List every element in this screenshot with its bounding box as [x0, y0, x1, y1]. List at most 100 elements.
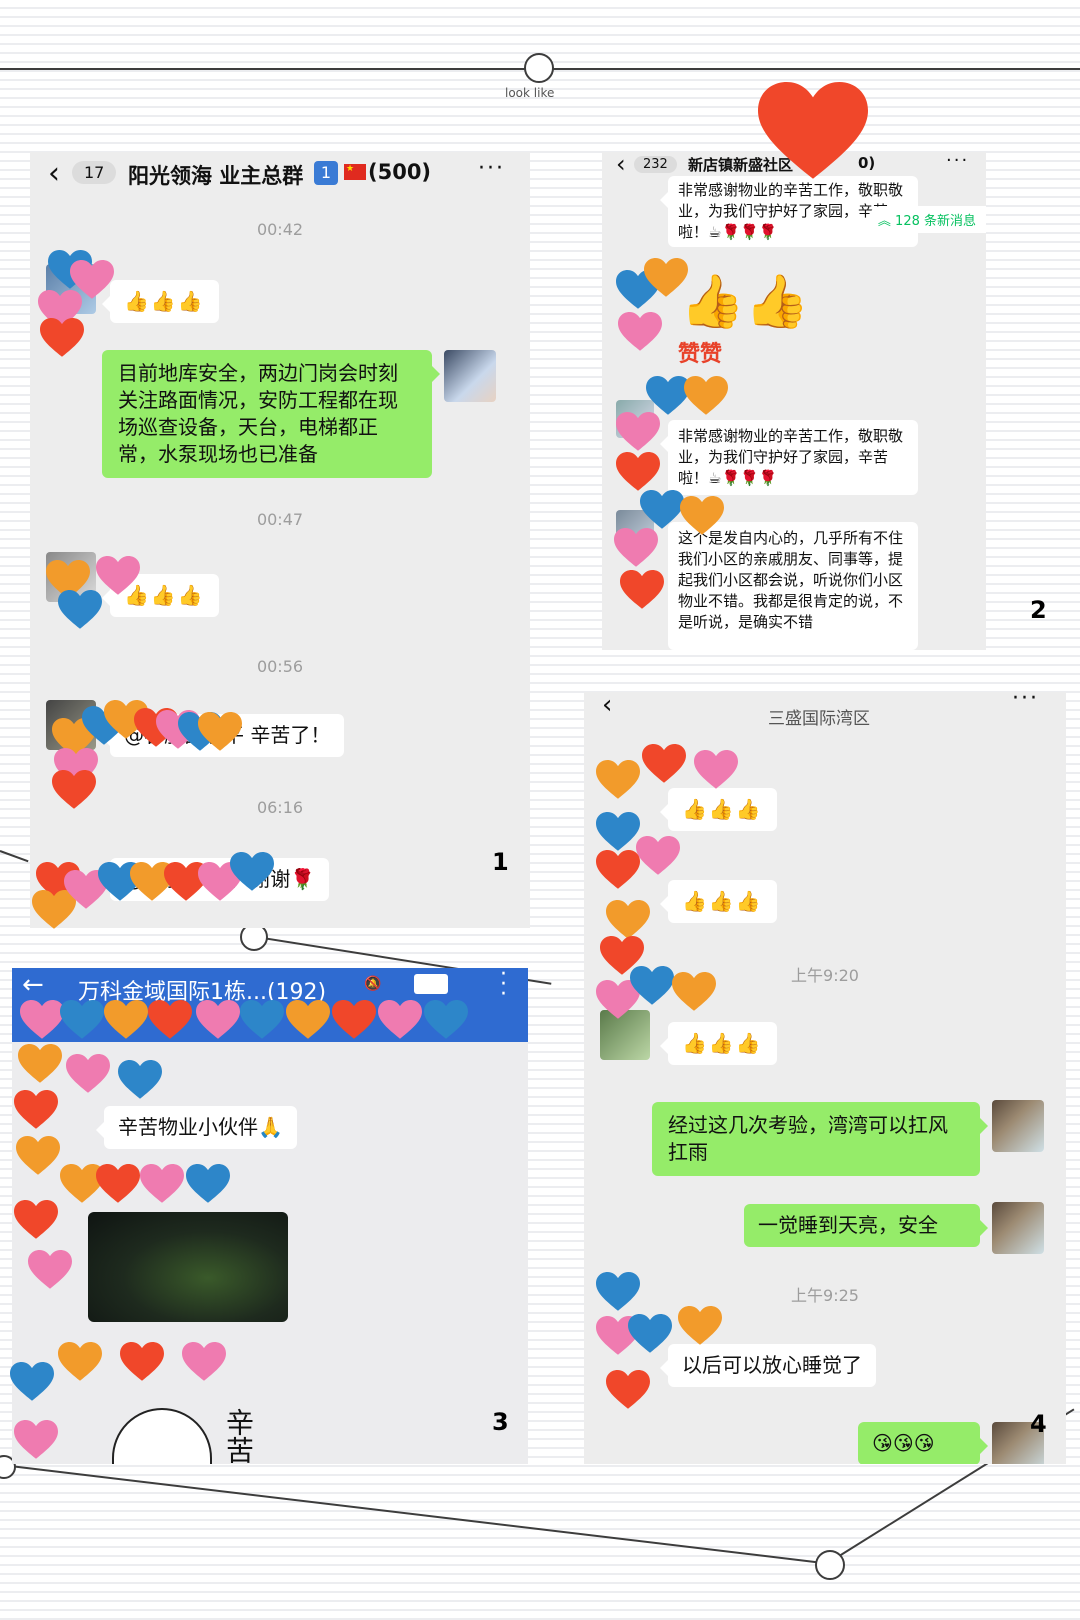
heart-icon: [694, 750, 738, 790]
heart-icon: [606, 900, 650, 940]
heart-icon: [628, 1314, 672, 1354]
sticker-text: 辛苦: [222, 1408, 255, 1464]
heart-icon: [118, 1060, 162, 1100]
heart-icon: [198, 712, 242, 752]
heart-icon: [606, 1370, 650, 1410]
heart-icon: [596, 812, 640, 852]
heart-icon: [14, 1090, 58, 1130]
deco-circle-bottom: [815, 1550, 845, 1580]
heart-icon: [58, 590, 102, 630]
heart-icon: [618, 312, 662, 352]
heart-icon: [684, 376, 728, 416]
sticker-text: 赞赞: [678, 342, 723, 367]
avatar-self[interactable]: [992, 1100, 1044, 1152]
heart-icon: [186, 1164, 230, 1204]
message-bubble[interactable]: 👍👍👍: [102, 280, 219, 323]
heart-icon: [596, 1272, 640, 1312]
message-bubble[interactable]: 非常感谢物业的辛苦工作，敬职敬业，为我们守护好了家园，辛苦啦！☕🌹🌹🌹: [660, 420, 918, 495]
heart-icon: [104, 1000, 148, 1040]
heart-icon: [10, 1362, 54, 1402]
heart-icon: [614, 528, 658, 568]
back-icon[interactable]: ‹: [48, 156, 60, 191]
heart-icon: [758, 82, 868, 181]
heart-icon: [70, 260, 114, 300]
panel-number: 4: [1030, 1410, 1047, 1438]
chat-header: ‹ 三盛国际湾区 ···: [584, 692, 1066, 732]
photo-message[interactable]: [88, 1212, 288, 1322]
heart-icon: [14, 1420, 58, 1460]
heart-icon: [680, 496, 724, 536]
heart-icon: [378, 1000, 422, 1040]
back-count-badge: 232: [634, 156, 677, 173]
member-count: (500): [368, 160, 432, 184]
panel-number: 1: [492, 848, 509, 876]
heart-icon: [182, 1342, 226, 1382]
china-flag-icon: ★: [344, 164, 366, 180]
heart-icon: [240, 1000, 284, 1040]
up-arrow-icon: ︽: [877, 214, 896, 229]
heart-icon: [424, 1000, 468, 1040]
timestamp: 00:56: [256, 657, 304, 676]
heart-icon: [28, 1250, 72, 1290]
message-bubble[interactable]: 👍👍👍: [660, 880, 777, 923]
more-icon[interactable]: ···: [1012, 692, 1039, 711]
more-vertical-icon[interactable]: · · ·: [500, 968, 507, 1006]
panel-number: 3: [492, 1408, 509, 1436]
thumbs-up-sticker: 👍👍: [680, 272, 810, 332]
message-bubble-own[interactable]: 一觉睡到天亮，安全: [744, 1204, 988, 1247]
new-messages-label: 128 条新消息: [895, 214, 976, 229]
heart-icon: [596, 850, 640, 890]
chat-title: 阳光领海 业主总群: [128, 164, 304, 188]
message-bubble-own[interactable]: 目前地库安全，两边门岗会时刻关注路面情况，安防工程都在现场巡查设备，天台，电梯都…: [102, 350, 440, 478]
heart-icon: [96, 1164, 140, 1204]
message-bubble[interactable]: 👍👍👍: [660, 788, 777, 831]
chat-panel-3: ← 万科金域国际1栋...(192) 🔕 · · · 辛苦物业小伙伴🙏 辛苦 3: [12, 968, 528, 1464]
video-call-icon[interactable]: [414, 974, 448, 994]
message-bubble[interactable]: 👍👍👍: [660, 1022, 777, 1065]
heart-icon: [60, 1000, 104, 1040]
heart-icon: [140, 1164, 184, 1204]
avatar-self[interactable]: [444, 350, 496, 402]
heart-icon: [58, 1342, 102, 1382]
heart-icon: [640, 490, 684, 530]
heart-icon: [620, 570, 664, 610]
heart-icon: [14, 1200, 58, 1240]
caption-look-like: look like: [505, 86, 555, 100]
back-count-badge: 17: [72, 161, 117, 184]
new-messages-tip[interactable]: ︽ 128 条新消息: [867, 206, 986, 233]
message-bubble[interactable]: 辛苦物业小伙伴🙏: [96, 1106, 297, 1149]
back-icon[interactable]: ‹: [602, 692, 612, 720]
heart-icon: [596, 760, 640, 800]
more-icon[interactable]: ···: [478, 156, 505, 181]
message-bubble-own[interactable]: 经过这几次考验，湾湾可以扛风扛雨: [652, 1102, 988, 1176]
message-bubble[interactable]: 这个是发自内心的，几乎所有不住我们小区的亲戚朋友、同事等，提起我们小区都会说，听…: [668, 522, 918, 650]
more-icon[interactable]: ···: [946, 152, 969, 171]
panel-number: 2: [1030, 596, 1047, 624]
heart-icon: [66, 1054, 110, 1094]
heart-icon: [52, 770, 96, 810]
heart-icon: [148, 1000, 192, 1040]
back-arrow-icon[interactable]: ←: [22, 970, 44, 1000]
heart-icon: [18, 1044, 62, 1084]
title-number-badge: 1: [314, 161, 338, 185]
timestamp: 06:16: [256, 798, 304, 817]
heart-icon: [616, 452, 660, 492]
heart-icon: [20, 1000, 64, 1040]
heart-icon: [230, 852, 274, 892]
deco-line-left: [0, 850, 29, 863]
chat-header: ‹ 17 阳光领海 业主总群 1 ★ (500) ···: [30, 152, 530, 198]
timestamp: 上午9:25: [791, 1286, 859, 1305]
heart-icon: [332, 1000, 376, 1040]
timestamp: 00:47: [256, 510, 304, 529]
heart-icon: [40, 318, 84, 358]
message-bubble[interactable]: 以后可以放心睡觉了: [660, 1344, 876, 1387]
avatar-self[interactable]: [992, 1202, 1044, 1254]
deco-circle-top: [524, 53, 554, 83]
back-icon[interactable]: ‹: [616, 152, 626, 178]
message-bubble-own[interactable]: 😘😘😘: [858, 1422, 988, 1464]
heart-icon: [616, 412, 660, 452]
heart-icon: [286, 1000, 330, 1040]
heart-icon: [630, 966, 674, 1006]
heart-icon: [636, 836, 680, 876]
chat-subtitle: 三盛国际湾区: [768, 709, 870, 729]
